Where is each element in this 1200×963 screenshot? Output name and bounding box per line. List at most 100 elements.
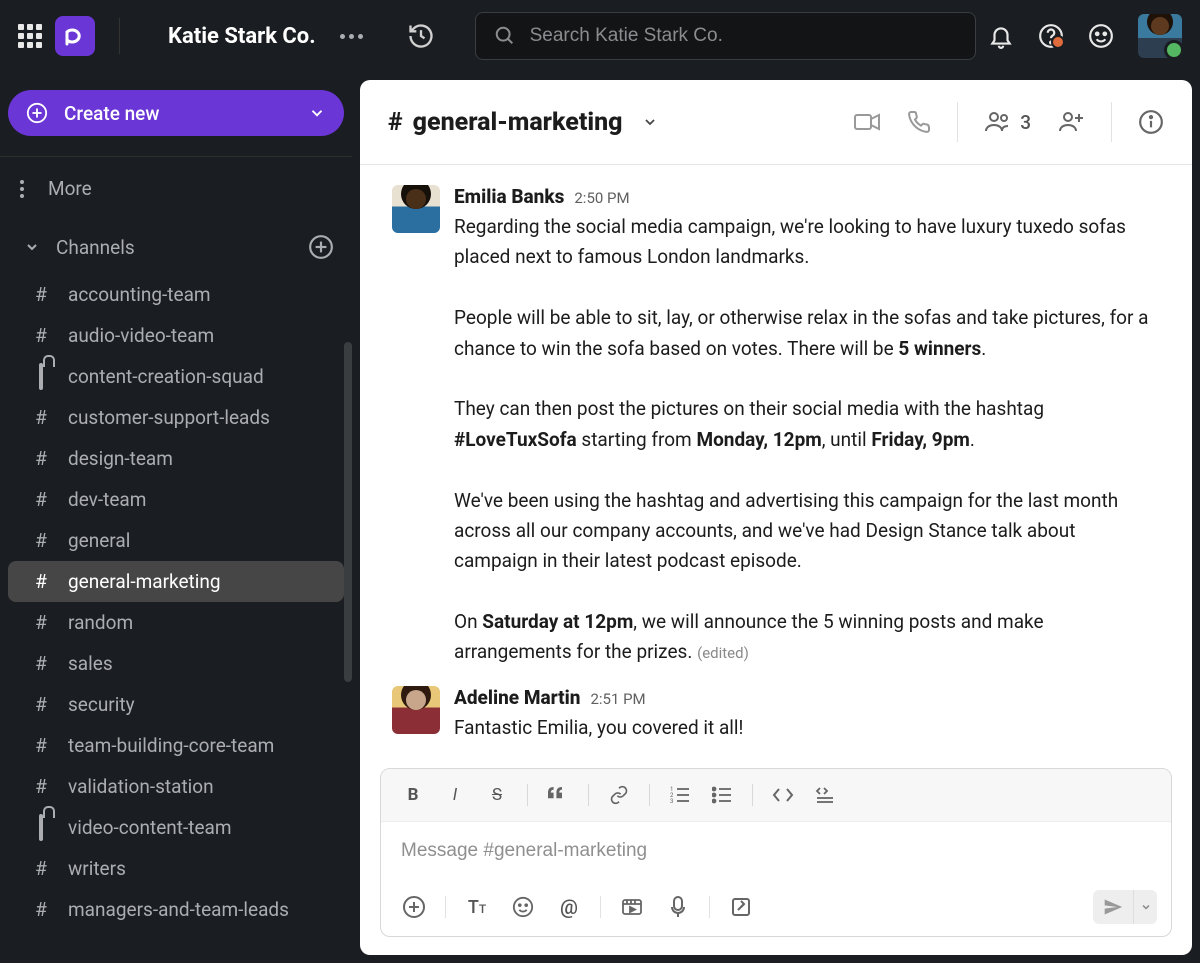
sidebar-channel-customer-support-leads[interactable]: # customer-support-leads [8, 397, 344, 438]
channels-section-header[interactable]: Channels [0, 210, 352, 274]
channel-label: dev-team [68, 488, 146, 511]
message-author[interactable]: Emilia Banks [454, 185, 564, 208]
channel-header-actions: 3 [853, 102, 1164, 142]
hash-icon: # [32, 693, 50, 716]
help-icon[interactable] [1038, 23, 1064, 49]
notifications-icon[interactable] [988, 23, 1014, 49]
channel-label: general-marketing [68, 570, 221, 593]
send-button[interactable] [1093, 890, 1133, 924]
sidebar-channel-video-content-team[interactable]: video-content-team [8, 807, 344, 848]
divider [1111, 102, 1112, 142]
search-container [475, 12, 976, 60]
app-logo[interactable] [55, 16, 95, 56]
video-clip-button[interactable] [613, 888, 651, 926]
sidebar-channel-content-creation-squad[interactable]: content-creation-squad [8, 356, 344, 397]
send-options-button[interactable] [1133, 890, 1157, 924]
bold-button[interactable]: B [395, 777, 431, 813]
divider [600, 896, 601, 918]
phone-call-icon[interactable] [907, 110, 931, 134]
hash-icon: # [32, 283, 50, 306]
channel-label: design-team [68, 447, 173, 470]
strikethrough-button[interactable]: S [479, 777, 515, 813]
hash-icon: # [32, 406, 50, 429]
video-call-icon[interactable] [853, 110, 881, 134]
link-button[interactable] [601, 777, 637, 813]
channel-label: video-content-team [68, 816, 232, 839]
message: Emilia Banks 2:50 PM Regarding the social … [392, 185, 1160, 668]
message-author[interactable]: Adeline Martin [454, 686, 580, 709]
channel-info-icon[interactable] [1138, 109, 1164, 135]
divider [957, 102, 958, 142]
sidebar-channel-random[interactable]: #random [8, 602, 344, 643]
channel-label: general [68, 529, 130, 552]
hash-icon: # [32, 529, 50, 552]
message-avatar[interactable] [392, 185, 440, 233]
sidebar-channel-team-building-core-team[interactable]: #team-building-core-team [8, 725, 344, 766]
message-input[interactable] [401, 840, 1151, 862]
divider [445, 896, 446, 918]
emoji-picker-button[interactable] [504, 888, 542, 926]
sidebar-channel-accounting-team[interactable]: #accounting-team [8, 274, 344, 315]
code-block-button[interactable] [807, 777, 843, 813]
create-new-label: Create new [64, 102, 159, 125]
channel-label: writers [68, 857, 126, 880]
sidebar-channel-audio-video-team[interactable]: #audio-video-team [8, 315, 344, 356]
sidebar-channel-sales[interactable]: #sales [8, 643, 344, 684]
sidebar-channel-validation-station[interactable]: #validation-station [8, 766, 344, 807]
send-button-group [1093, 890, 1157, 924]
divider [709, 896, 710, 918]
shortcuts-button[interactable] [722, 888, 760, 926]
workspace-more-icon[interactable] [340, 34, 363, 39]
audio-clip-button[interactable] [659, 888, 697, 926]
text-format-button[interactable]: TT [458, 888, 496, 926]
people-count-button[interactable]: 3 [984, 111, 1031, 134]
channel-label: customer-support-leads [68, 406, 270, 429]
create-new-button[interactable]: Create new [8, 90, 344, 136]
message-time: 2:51 PM [590, 690, 645, 708]
sidebar-channel-dev-team[interactable]: #dev-team [8, 479, 344, 520]
channel-list: #accounting-team#audio-video-teamcontent… [0, 274, 352, 963]
search-input[interactable] [530, 25, 957, 47]
channel-header: # general-marketing 3 [360, 80, 1192, 165]
sidebar-channel-managers-and-team-leads[interactable]: #managers-and-team-leads [8, 889, 344, 930]
emoji-icon[interactable] [1088, 23, 1114, 49]
message-avatar[interactable] [392, 686, 440, 734]
sidebar-channel-design-team[interactable]: #design-team [8, 438, 344, 479]
ordered-list-button[interactable]: 123 [662, 777, 698, 813]
quote-button[interactable] [540, 777, 576, 813]
attach-button[interactable] [395, 888, 433, 926]
scrollbar-thumb[interactable] [344, 342, 352, 682]
sidebar-more[interactable]: More [0, 167, 352, 210]
code-button[interactable] [765, 777, 801, 813]
message-text: Regarding the social media campaign, we'… [454, 212, 1160, 668]
top-right-actions [988, 14, 1182, 58]
hash-icon: # [32, 611, 50, 634]
italic-button[interactable]: I [437, 777, 473, 813]
message-time: 2:50 PM [574, 189, 629, 207]
sidebar-channel-general-marketing[interactable]: #general-marketing [8, 561, 344, 602]
channel-label: security [68, 693, 135, 716]
divider [588, 784, 589, 806]
workspace-name[interactable]: Katie Stark Co. [168, 24, 316, 49]
chevron-down-icon [308, 104, 326, 122]
history-icon[interactable] [407, 22, 435, 50]
add-people-icon[interactable] [1057, 110, 1085, 134]
composer-bottom-bar: TT @ [381, 880, 1171, 936]
message: Adeline Martin2:51 PMFantastic Emilia, y… [392, 686, 1160, 743]
sidebar-channel-security[interactable]: # security [8, 684, 344, 725]
apps-grid-icon[interactable] [18, 24, 42, 48]
divider [752, 784, 753, 806]
lock-icon [32, 816, 50, 839]
channel-title-button[interactable]: # general-marketing [388, 108, 659, 137]
search-box[interactable] [475, 12, 976, 60]
user-avatar[interactable] [1138, 14, 1182, 58]
hash-icon: # [32, 652, 50, 675]
bullet-list-button[interactable] [704, 777, 740, 813]
chevron-down-icon [641, 114, 657, 130]
add-channel-button[interactable] [308, 234, 334, 260]
sidebar-channel-writers[interactable]: #writers [8, 848, 344, 889]
mention-button[interactable]: @ [550, 888, 588, 926]
channel-label: team-building-core-team [68, 734, 274, 757]
people-count-label: 3 [1020, 111, 1031, 134]
sidebar-channel-general[interactable]: # general [8, 520, 344, 561]
